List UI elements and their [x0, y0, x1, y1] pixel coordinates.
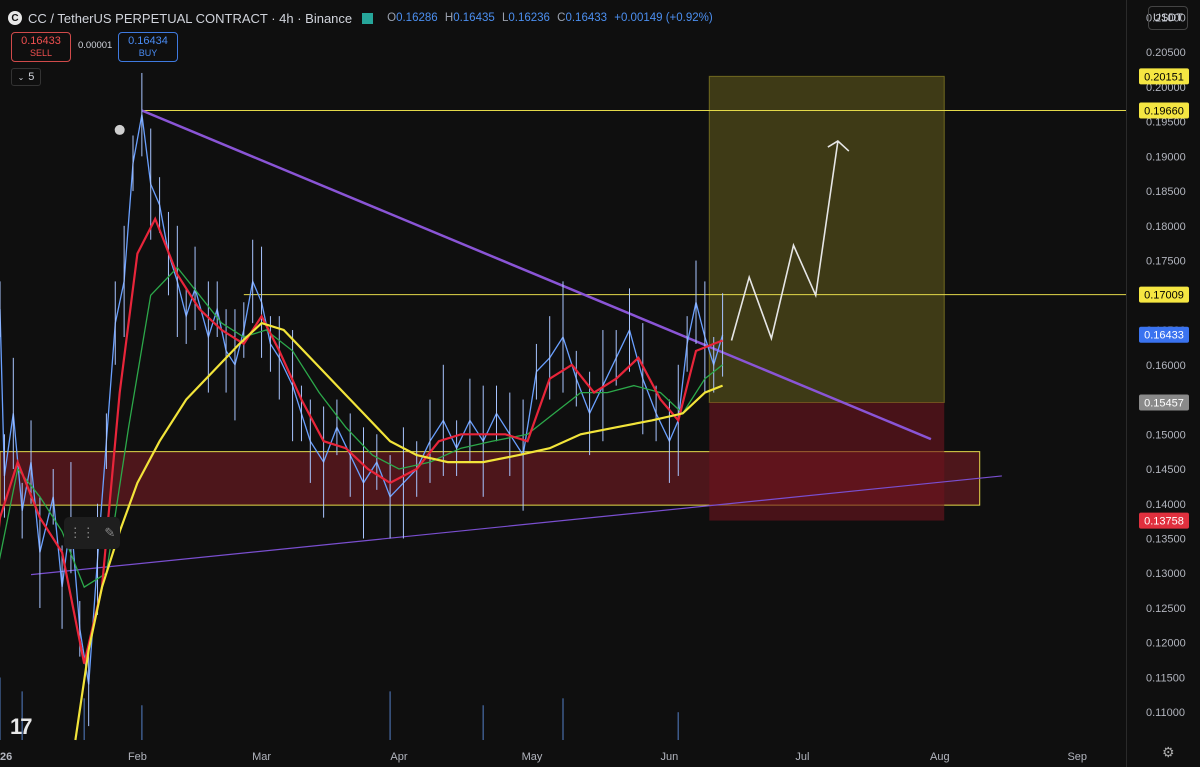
ma-yellow-line — [74, 321, 724, 741]
ohlc-high-value: 0.16435 — [453, 12, 495, 24]
y-tick-label: 0.13500 — [1146, 533, 1186, 545]
x-tick-label: 2026 — [0, 751, 12, 763]
symbol-title[interactable]: CC / TetherUS PERPETUAL CONTRACT · 4h · … — [28, 11, 352, 26]
currency-selector[interactable]: USDT — [1148, 6, 1188, 30]
y-tick-label: 0.18000 — [1146, 221, 1186, 233]
y-tick-label: 0.11500 — [1146, 672, 1185, 684]
spread-value: 0.00001 — [78, 40, 113, 51]
drawing-toolbar[interactable]: ⋮⋮ ✎ — [64, 517, 120, 549]
sell-price: 0.16433 — [21, 35, 61, 47]
price-label-text: 0.17009 — [1144, 290, 1184, 302]
chevron-down-icon: ⌄ — [17, 72, 25, 82]
x-tick-label: Mar — [252, 751, 271, 763]
ohlc-change: +0.00149 (+0.92%) — [614, 12, 713, 24]
x-tick-label: May — [522, 751, 543, 763]
y-tick-label: 0.20500 — [1146, 47, 1186, 59]
ohlc-open-key: O — [387, 12, 397, 24]
x-tick-label: Jul — [795, 751, 809, 763]
long-target-zone — [708, 75, 945, 404]
x-tick-label: Apr — [390, 751, 407, 763]
y-tick-label: 0.12500 — [1146, 603, 1186, 615]
price-label-text: 0.19660 — [1144, 105, 1184, 117]
ma-green-line — [0, 266, 724, 589]
chart-header: C CC / TetherUS PERPETUAL CONTRACT · 4h … — [8, 8, 713, 28]
market-open-icon — [362, 12, 374, 24]
ohlc-low-value: 0.16236 — [508, 12, 550, 24]
brush-icon[interactable]: ✎ — [104, 525, 115, 541]
sell-label: SELL — [29, 48, 53, 58]
ohlc-close-value: 0.16433 — [565, 12, 608, 24]
indicators-collapse-button[interactable]: ⌄ 5 — [11, 68, 41, 86]
alarm-clock-icon — [114, 124, 125, 135]
price-chart[interactable]: 0.210000.205000.200000.195000.190000.185… — [0, 0, 1200, 767]
drag-handle-icon[interactable]: ⋮⋮ — [69, 525, 95, 541]
ohlc-open-value: 0.16286 — [396, 12, 438, 24]
indicator-count: 5 — [28, 71, 35, 83]
y-tick-label: 0.12000 — [1146, 638, 1186, 650]
x-tick-label: Sep — [1067, 751, 1087, 763]
x-tick-label: Feb — [128, 751, 147, 763]
buy-price: 0.16434 — [128, 35, 168, 47]
price-label-text: 0.15457 — [1144, 398, 1184, 410]
price-axis-divider — [1126, 0, 1127, 767]
x-tick-label: Aug — [930, 751, 950, 763]
y-tick-label: 0.16000 — [1146, 360, 1186, 372]
y-tick-label: 0.11000 — [1146, 707, 1185, 719]
y-tick-label: 0.13000 — [1146, 568, 1186, 580]
buy-label: BUY — [138, 48, 158, 58]
coin-logo-icon: C — [8, 11, 22, 25]
ohlc-high-key: H — [444, 12, 454, 24]
price-label-text: 0.20151 — [1144, 71, 1184, 83]
y-tick-label: 0.17500 — [1146, 256, 1186, 268]
tradingview-logo[interactable]: 17 — [10, 714, 33, 740]
y-tick-label: 0.14000 — [1146, 499, 1186, 511]
y-tick-label: 0.18500 — [1146, 186, 1186, 198]
price-label-text: 0.16433 — [1144, 330, 1184, 342]
y-tick-label: 0.15000 — [1146, 429, 1186, 441]
buy-button[interactable]: 0.16434 BUY — [118, 32, 178, 62]
x-tick-label: Jun — [661, 751, 679, 763]
long-stop-zone — [709, 402, 945, 521]
y-tick-label: 0.14500 — [1146, 464, 1186, 476]
price-label-text: 0.13758 — [1144, 516, 1184, 528]
y-tick-label: 0.19000 — [1146, 151, 1186, 163]
sell-button[interactable]: 0.16433 SELL — [11, 32, 71, 62]
ohlc-readout: O0.16286 H0.16435 L0.16236 C0.16433 +0.0… — [383, 12, 713, 24]
gear-icon[interactable]: ⚙ — [1162, 744, 1175, 761]
